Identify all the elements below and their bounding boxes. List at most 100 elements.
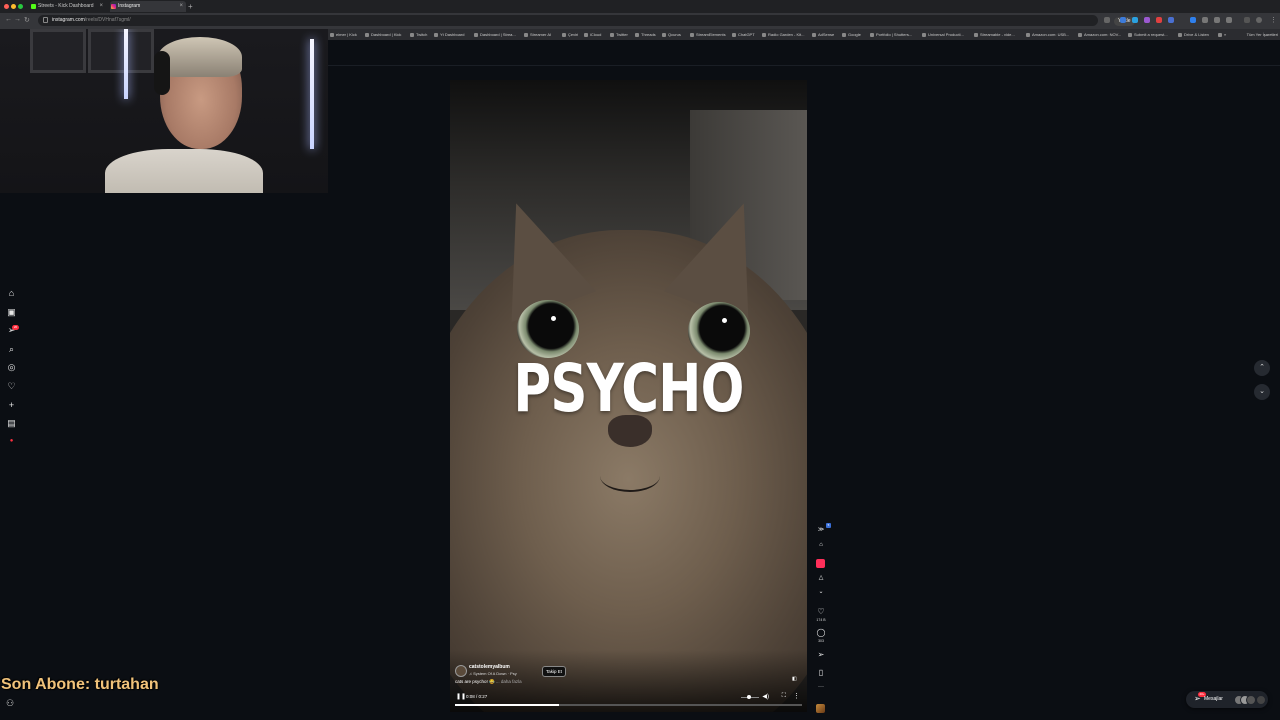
extension-icon[interactable]: △	[815, 574, 827, 581]
webcam-overlay	[0, 29, 328, 193]
video-progress-fill	[455, 704, 560, 706]
bookmarks-bar: elmer | Kick Dashboard | Kick Twitch Yt …	[328, 29, 1280, 40]
create-icon[interactable]: +	[6, 400, 17, 411]
more-options-icon[interactable]: ⋮	[793, 692, 800, 700]
bookmark-star-icon[interactable]	[1104, 17, 1110, 23]
all-bookmarks-link[interactable]: Tüm Yer İşaretleri	[1247, 29, 1278, 40]
bookmark-item[interactable]: Çeviri	[562, 29, 578, 40]
previous-reel-button[interactable]: ⌃	[1254, 360, 1270, 376]
extension-icon[interactable]	[1190, 17, 1196, 23]
extension-icon[interactable]	[816, 559, 825, 568]
avatar[interactable]	[1256, 17, 1262, 23]
messages-button[interactable]: ➢ 20+ Mesajlar	[1186, 691, 1268, 708]
video-time: 0:08 / 0:27	[466, 694, 488, 699]
new-tab-icon[interactable]: +	[188, 0, 193, 13]
bookmark-item[interactable]: Submit a request...	[1128, 29, 1168, 40]
comment-count: 303	[818, 639, 824, 643]
menu-kebab-icon[interactable]: ⋮	[1270, 16, 1277, 24]
share-icon[interactable]: ➢	[815, 650, 827, 659]
extensions-puzzle-icon[interactable]	[1202, 17, 1208, 23]
bookmark-item[interactable]: Amazon.com: NOV...	[1078, 29, 1121, 40]
wall-frame	[88, 29, 154, 73]
headphones-icon	[154, 51, 170, 95]
volume-handle[interactable]	[747, 695, 751, 699]
extension-icon[interactable]	[1132, 17, 1138, 23]
profile-settings-icon[interactable]: ⚇	[6, 698, 14, 709]
url-field[interactable]: instagram.com/reels/DVHnaf7sgml/ Yükle	[38, 15, 1135, 26]
mute-icon[interactable]: ◧	[792, 676, 797, 682]
bookmark-item[interactable]: Radio Garden - Kit...	[762, 29, 804, 40]
notifications-heart-icon[interactable]: ♡	[6, 381, 17, 392]
extension-badge: 5	[826, 523, 831, 528]
extension-icon[interactable]	[1168, 17, 1174, 23]
avatar[interactable]	[455, 665, 467, 677]
author-name[interactable]: catstolemyalbum	[469, 664, 510, 670]
next-reel-button[interactable]: ⌄	[1254, 384, 1270, 400]
profile-icon[interactable]	[1244, 17, 1250, 23]
bookmark-item[interactable]: Threads	[635, 29, 656, 40]
address-bar-row: ← → ↻ instagram.com/reels/DVHnaf7sgml/ Y…	[0, 13, 1280, 29]
bookmark-item[interactable]: Twitch	[410, 29, 427, 40]
bookmark-item[interactable]: StreamElements	[690, 29, 726, 40]
back-icon[interactable]: ←	[5, 16, 12, 23]
pause-icon[interactable]: ❚❚	[456, 693, 466, 700]
home-icon[interactable]: ⌂	[6, 288, 17, 299]
bookmark-item[interactable]: Yt Dashboard	[434, 29, 464, 40]
bookmark-item[interactable]: AdSense	[812, 29, 834, 40]
cat-mouth	[600, 460, 660, 492]
fullscreen-icon[interactable]: ⛶	[782, 693, 786, 700]
site-info-icon[interactable]	[43, 17, 48, 23]
more-options-icon[interactable]: ···	[815, 684, 827, 690]
search-icon[interactable]: ⌕	[6, 344, 17, 355]
bookmark-item[interactable]: Drive & Listen	[1178, 29, 1209, 40]
audio-thumbnail[interactable]	[816, 704, 825, 713]
reel-video[interactable]: PSYCHO catstolemyalbum ♫ System Of A Dow…	[450, 80, 807, 712]
video-progress-bar[interactable]	[455, 704, 802, 706]
like-heart-icon[interactable]: ♡	[815, 607, 827, 616]
bookmark-item[interactable]: Qcurus	[662, 29, 681, 40]
volume-icon[interactable]: ◀)	[762, 693, 769, 700]
close-tab-icon[interactable]: ×	[99, 1, 103, 12]
sidebar-toggle-icon[interactable]	[1226, 17, 1232, 23]
music-label[interactable]: ♫ System Of A Down · Psy	[469, 671, 517, 676]
light-bar	[310, 39, 314, 149]
extension-icon[interactable]	[1156, 17, 1162, 23]
reload-icon[interactable]: ↻	[24, 16, 30, 24]
bookmark-item[interactable]: Universal Producti...	[922, 29, 964, 40]
extension-icon[interactable]	[1144, 17, 1150, 23]
close-window-icon[interactable]	[4, 4, 9, 9]
maximize-window-icon[interactable]	[18, 4, 23, 9]
extension-icon[interactable]: ⌂	[815, 542, 827, 548]
reel-side-actions: ≫ 5 ⌂ △ ⌄ ♡ 174 B ◯ 303 ➢ ▯ ···	[812, 520, 831, 720]
chevron-down-icon[interactable]: ⌄	[815, 588, 827, 595]
save-bookmark-icon[interactable]: ▯	[815, 668, 827, 677]
bookmark-item[interactable]: Amazon.com: USB...	[1026, 29, 1069, 40]
bookmark-item[interactable]: Dashboard | Kick	[365, 29, 401, 40]
bookmark-item[interactable]: iCloud	[584, 29, 601, 40]
bookmark-item[interactable]: Google	[842, 29, 861, 40]
bookmark-item[interactable]: Twitter	[610, 29, 628, 40]
avatar	[1246, 695, 1256, 705]
explore-icon[interactable]: ◎	[6, 362, 17, 373]
bookmark-item[interactable]: Streamable - vide...	[974, 29, 1015, 40]
wall-frame	[30, 29, 86, 73]
minimize-window-icon[interactable]	[11, 4, 16, 9]
bookmarks-overflow-icon[interactable]: »	[1218, 29, 1226, 40]
comment-icon[interactable]: ◯	[815, 628, 827, 637]
profile-icon[interactable]: ●	[6, 436, 17, 447]
bookmark-item[interactable]: ChatGPT	[732, 29, 755, 40]
bookmark-item[interactable]: Streamer AI	[524, 29, 551, 40]
extension-icon[interactable]	[1120, 17, 1126, 23]
follow-button[interactable]: Takip Et	[542, 666, 567, 677]
tab-kick-dashboard[interactable]: Streets - Kick Dashboard ×	[30, 1, 106, 12]
dashboard-icon[interactable]: ▤	[6, 418, 17, 429]
close-tab-icon[interactable]: ×	[179, 1, 183, 12]
forward-icon[interactable]: →	[14, 16, 21, 23]
tab-instagram[interactable]: Instagram ×	[110, 1, 186, 12]
bookmark-item[interactable]: Dashboard | Strea...	[474, 29, 516, 40]
bookmark-item[interactable]: elmer | Kick	[330, 29, 357, 40]
caption-more-link[interactable]: ... daha fazla	[496, 679, 522, 684]
downloads-icon[interactable]	[1214, 17, 1220, 23]
bookmark-item[interactable]: Portfolio | Shutters...	[870, 29, 912, 40]
reels-icon[interactable]: ▣	[6, 307, 17, 318]
